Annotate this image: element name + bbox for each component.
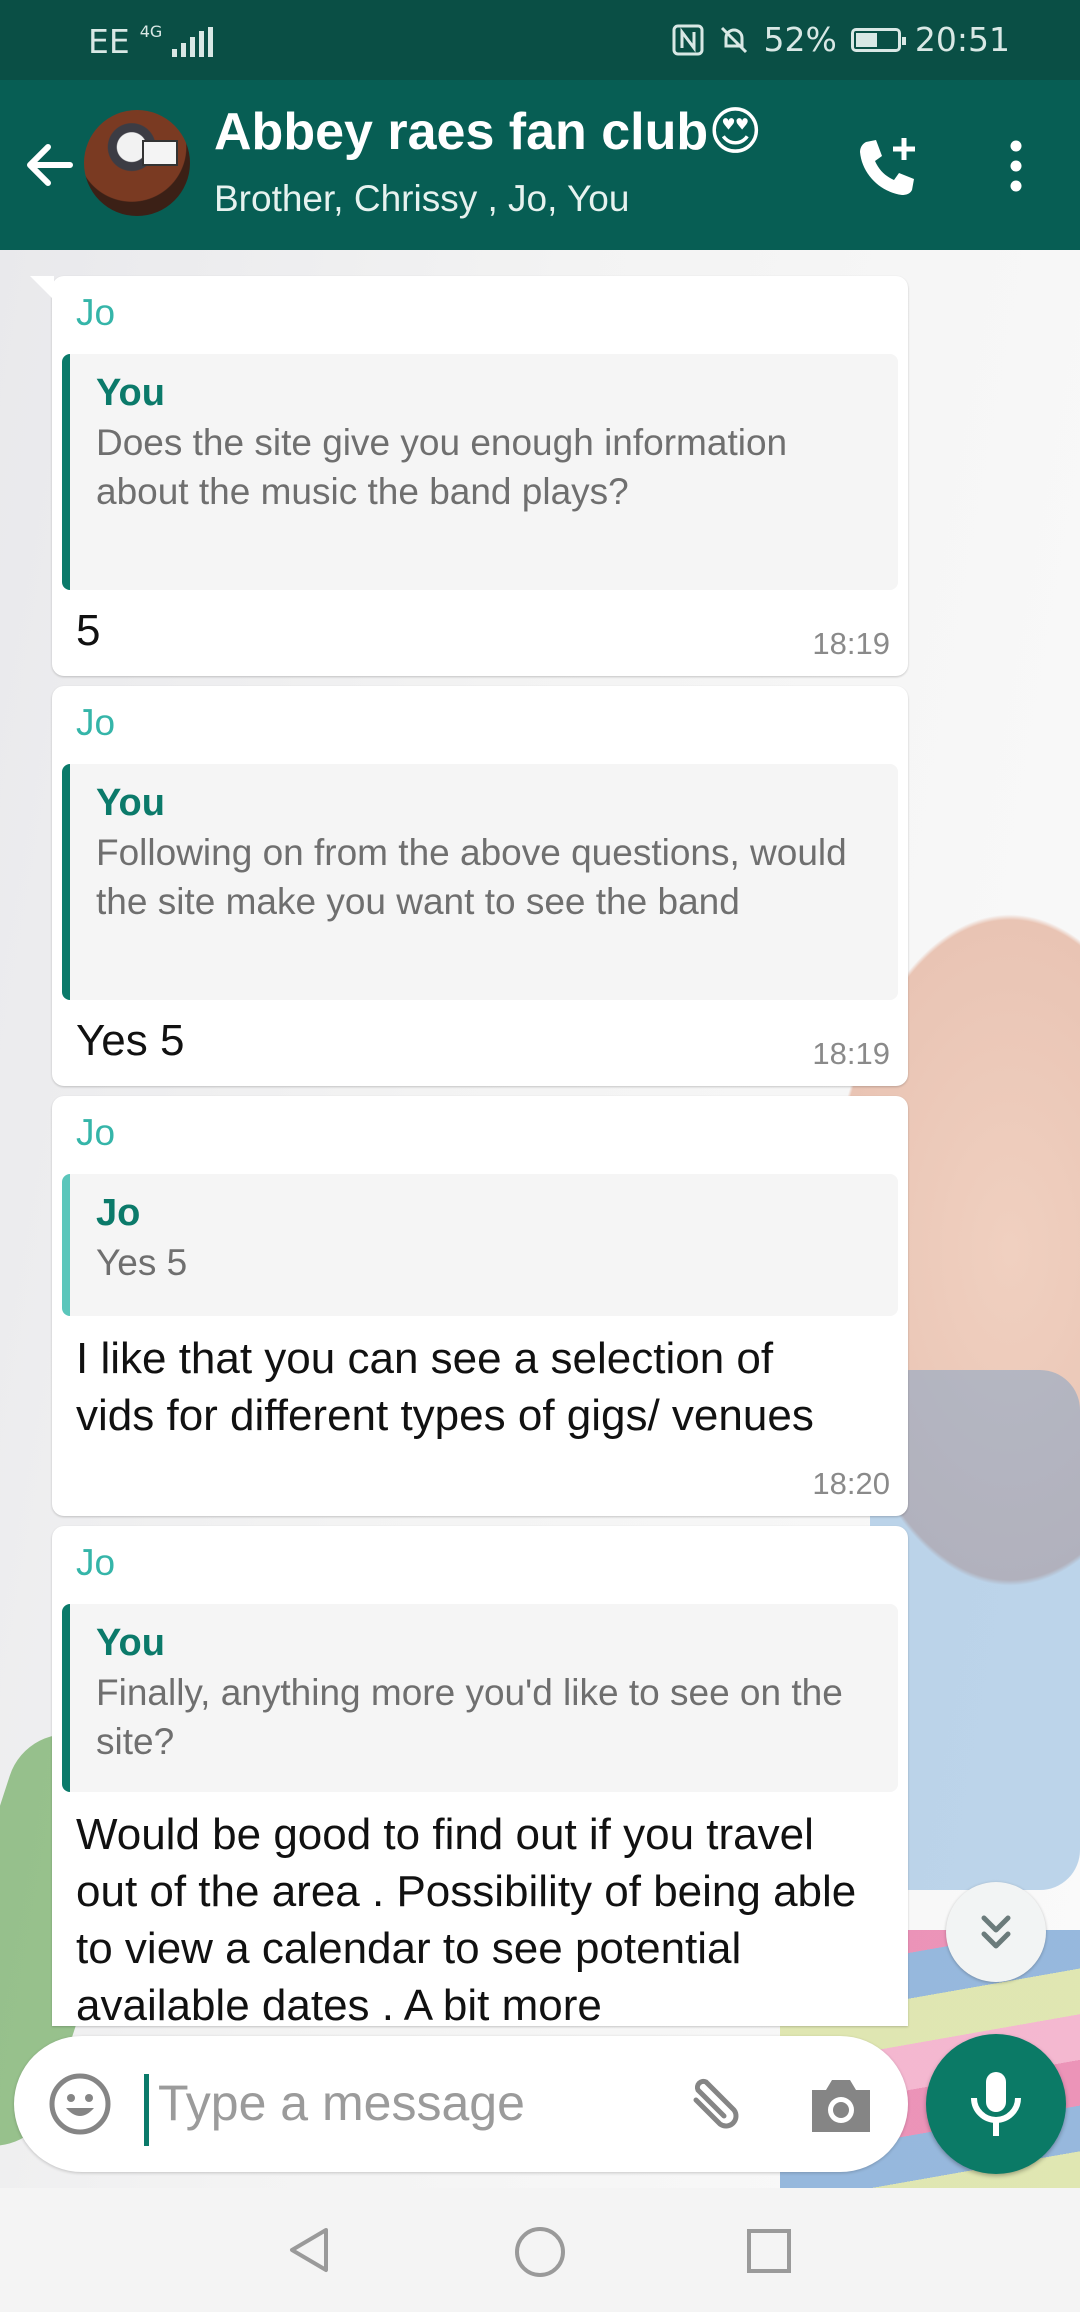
quoted-sender: You: [96, 782, 165, 824]
text-cursor: [144, 2074, 149, 2146]
quoted-message[interactable]: You Following on from the above question…: [62, 764, 898, 1000]
quoted-text: Finally, anything more you'd like to see…: [96, 1672, 843, 1762]
scroll-down-button[interactable]: [946, 1882, 1046, 1982]
quoted-message[interactable]: You Finally, anything more you'd like to…: [62, 1604, 898, 1792]
status-bar: EE 4G 52% 20:51: [0, 0, 1080, 80]
signal-icon: [172, 26, 214, 57]
message-sender: Jo: [76, 292, 116, 333]
message-input[interactable]: Type a message: [158, 2074, 525, 2132]
camera-icon[interactable]: [806, 2072, 876, 2138]
message-sender: Jo: [76, 702, 116, 743]
battery-icon: [850, 27, 906, 52]
quoted-message[interactable]: Jo Yes 5: [62, 1174, 898, 1316]
quoted-text: Yes 5: [96, 1242, 188, 1283]
chat-members[interactable]: Brother, Chrissy , Jo, You: [214, 178, 629, 220]
message-text: Yes 5: [76, 1016, 185, 1065]
nav-home-icon[interactable]: [512, 2224, 568, 2280]
message-text: Would be good to find out if you travel …: [76, 1810, 857, 2026]
message-bubble[interactable]: Jo You Does the site give you enough inf…: [30, 276, 908, 676]
mute-bell-icon: [720, 26, 747, 53]
add-call-icon[interactable]: [852, 132, 922, 202]
group-avatar[interactable]: [84, 110, 190, 216]
battery-percent: 52%: [763, 20, 837, 59]
message-sender: Jo: [76, 1112, 116, 1153]
network-type: 4G: [139, 22, 163, 41]
mic-icon: [971, 2072, 1021, 2136]
chat-header: Abbey raes fan club😍 Brother, Chrissy , …: [0, 80, 1080, 250]
quoted-message[interactable]: You Does the site give you enough inform…: [62, 354, 898, 590]
message-bubble[interactable]: Jo Jo Yes 5 I like that you can see a se…: [52, 1096, 908, 1516]
message-time: 18:20: [812, 1466, 890, 1501]
emoji-icon[interactable]: [48, 2072, 112, 2136]
message-text: 5: [76, 606, 101, 655]
message-time: 18:19: [812, 1036, 890, 1071]
message-text: I like that you can see a selection of v…: [76, 1334, 814, 1440]
quoted-text: Following on from the above questions, w…: [96, 832, 847, 922]
nav-recents-icon[interactable]: [744, 2226, 794, 2276]
quoted-sender: You: [96, 372, 165, 414]
message-sender: Jo: [76, 1542, 116, 1583]
attach-icon[interactable]: [674, 2070, 754, 2140]
message-time: 18:19: [812, 626, 890, 661]
system-nav-bar: [0, 2188, 1080, 2312]
nav-back-icon[interactable]: [284, 2224, 336, 2276]
more-menu-icon[interactable]: [996, 136, 1036, 196]
quoted-text: Does the site give you enough informatio…: [96, 422, 788, 512]
mic-button[interactable]: [926, 2034, 1066, 2174]
carrier-label: EE: [88, 22, 130, 61]
back-arrow-icon[interactable]: [20, 135, 80, 195]
chat-title[interactable]: Abbey raes fan club😍: [214, 102, 762, 162]
clock: 20:51: [914, 20, 1010, 59]
message-composer[interactable]: Type a message: [14, 2036, 908, 2172]
quoted-sender: You: [96, 1622, 165, 1664]
scroll-down-icon: [981, 1915, 1011, 1949]
nfc-icon: [672, 24, 704, 55]
quoted-sender: Jo: [96, 1192, 141, 1234]
message-bubble[interactable]: Jo You Following on from the above quest…: [52, 686, 908, 1086]
message-bubble[interactable]: Jo You Finally, anything more you'd like…: [52, 1526, 908, 2026]
